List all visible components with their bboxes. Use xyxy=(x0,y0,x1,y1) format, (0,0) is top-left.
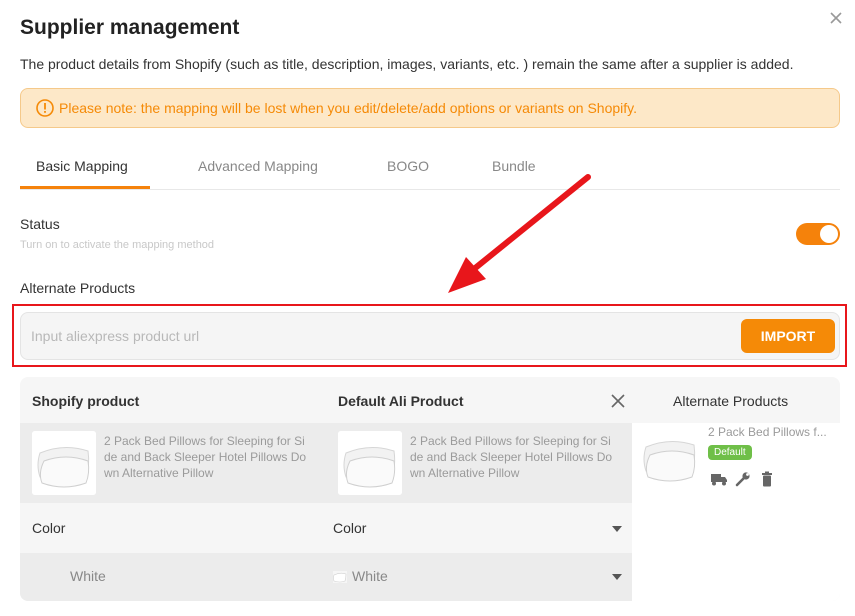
warning-circle-icon xyxy=(36,99,54,117)
variant-value-row: White White xyxy=(20,553,632,601)
chevron-down-icon[interactable] xyxy=(612,526,622,532)
pillow-thumbnail xyxy=(32,431,96,495)
modal-subtitle: The product details from Shopify (such a… xyxy=(20,56,794,72)
supplier-management-modal: Supplier management The product details … xyxy=(0,0,855,616)
red-arrow-annotation xyxy=(448,174,591,293)
notice-text: Please note: the mapping will be lost wh… xyxy=(59,100,637,116)
status-label: Status xyxy=(20,216,60,232)
status-hint: Turn on to activate the mapping method xyxy=(20,239,215,251)
tab-advanced-mapping[interactable]: Advanced Mapping xyxy=(198,158,318,174)
default-ali-product-header: Default Ali Product xyxy=(338,393,464,409)
default-badge: Default xyxy=(708,445,752,460)
status-toggle[interactable] xyxy=(796,223,840,245)
notice-banner: Please note: the mapping will be lost wh… xyxy=(20,88,840,128)
alternate-products-header: Alternate Products xyxy=(673,393,789,409)
trash-icon[interactable] xyxy=(758,471,776,487)
alternate-product-name: 2 Pack Bed Pillows f... xyxy=(708,425,827,439)
highlight-annotation-box xyxy=(12,304,847,367)
close-icon[interactable] xyxy=(826,8,846,28)
shopify-product-header: Shopify product xyxy=(32,393,140,409)
mapping-panel: Shopify product Default Ali Product Alte… xyxy=(20,377,840,601)
alternate-products-label: Alternate Products xyxy=(20,280,136,296)
pillow-thumbnail xyxy=(338,431,402,495)
modal-title: Supplier management xyxy=(20,16,240,39)
ali-option-label: Color xyxy=(333,520,367,536)
variant-thumbnail xyxy=(333,571,347,583)
active-tab-indicator xyxy=(20,186,150,189)
shopify-option-label: Color xyxy=(32,520,66,536)
toggle-knob xyxy=(820,225,838,243)
ali-variant-value[interactable]: White xyxy=(352,568,388,584)
wrench-icon[interactable] xyxy=(734,471,752,487)
alternate-product-card[interactable]: 2 Pack Bed Pillows f... Default xyxy=(632,423,840,601)
shopify-variant-value: White xyxy=(70,568,106,584)
shopify-product-title: 2 Pack Bed Pillows for Sleeping for Si d… xyxy=(104,434,307,480)
default-product-title: 2 Pack Bed Pillows for Sleeping for Si d… xyxy=(410,434,613,480)
product-row: 2 Pack Bed Pillows for Sleeping for Si d… xyxy=(20,423,632,503)
tab-bogo[interactable]: BOGO xyxy=(387,158,429,174)
tab-basic-mapping[interactable]: Basic Mapping xyxy=(36,158,128,174)
pillow-thumbnail xyxy=(638,425,702,489)
truck-icon[interactable] xyxy=(710,471,728,487)
chevron-down-icon[interactable] xyxy=(612,574,622,580)
close-icon[interactable] xyxy=(610,393,626,409)
